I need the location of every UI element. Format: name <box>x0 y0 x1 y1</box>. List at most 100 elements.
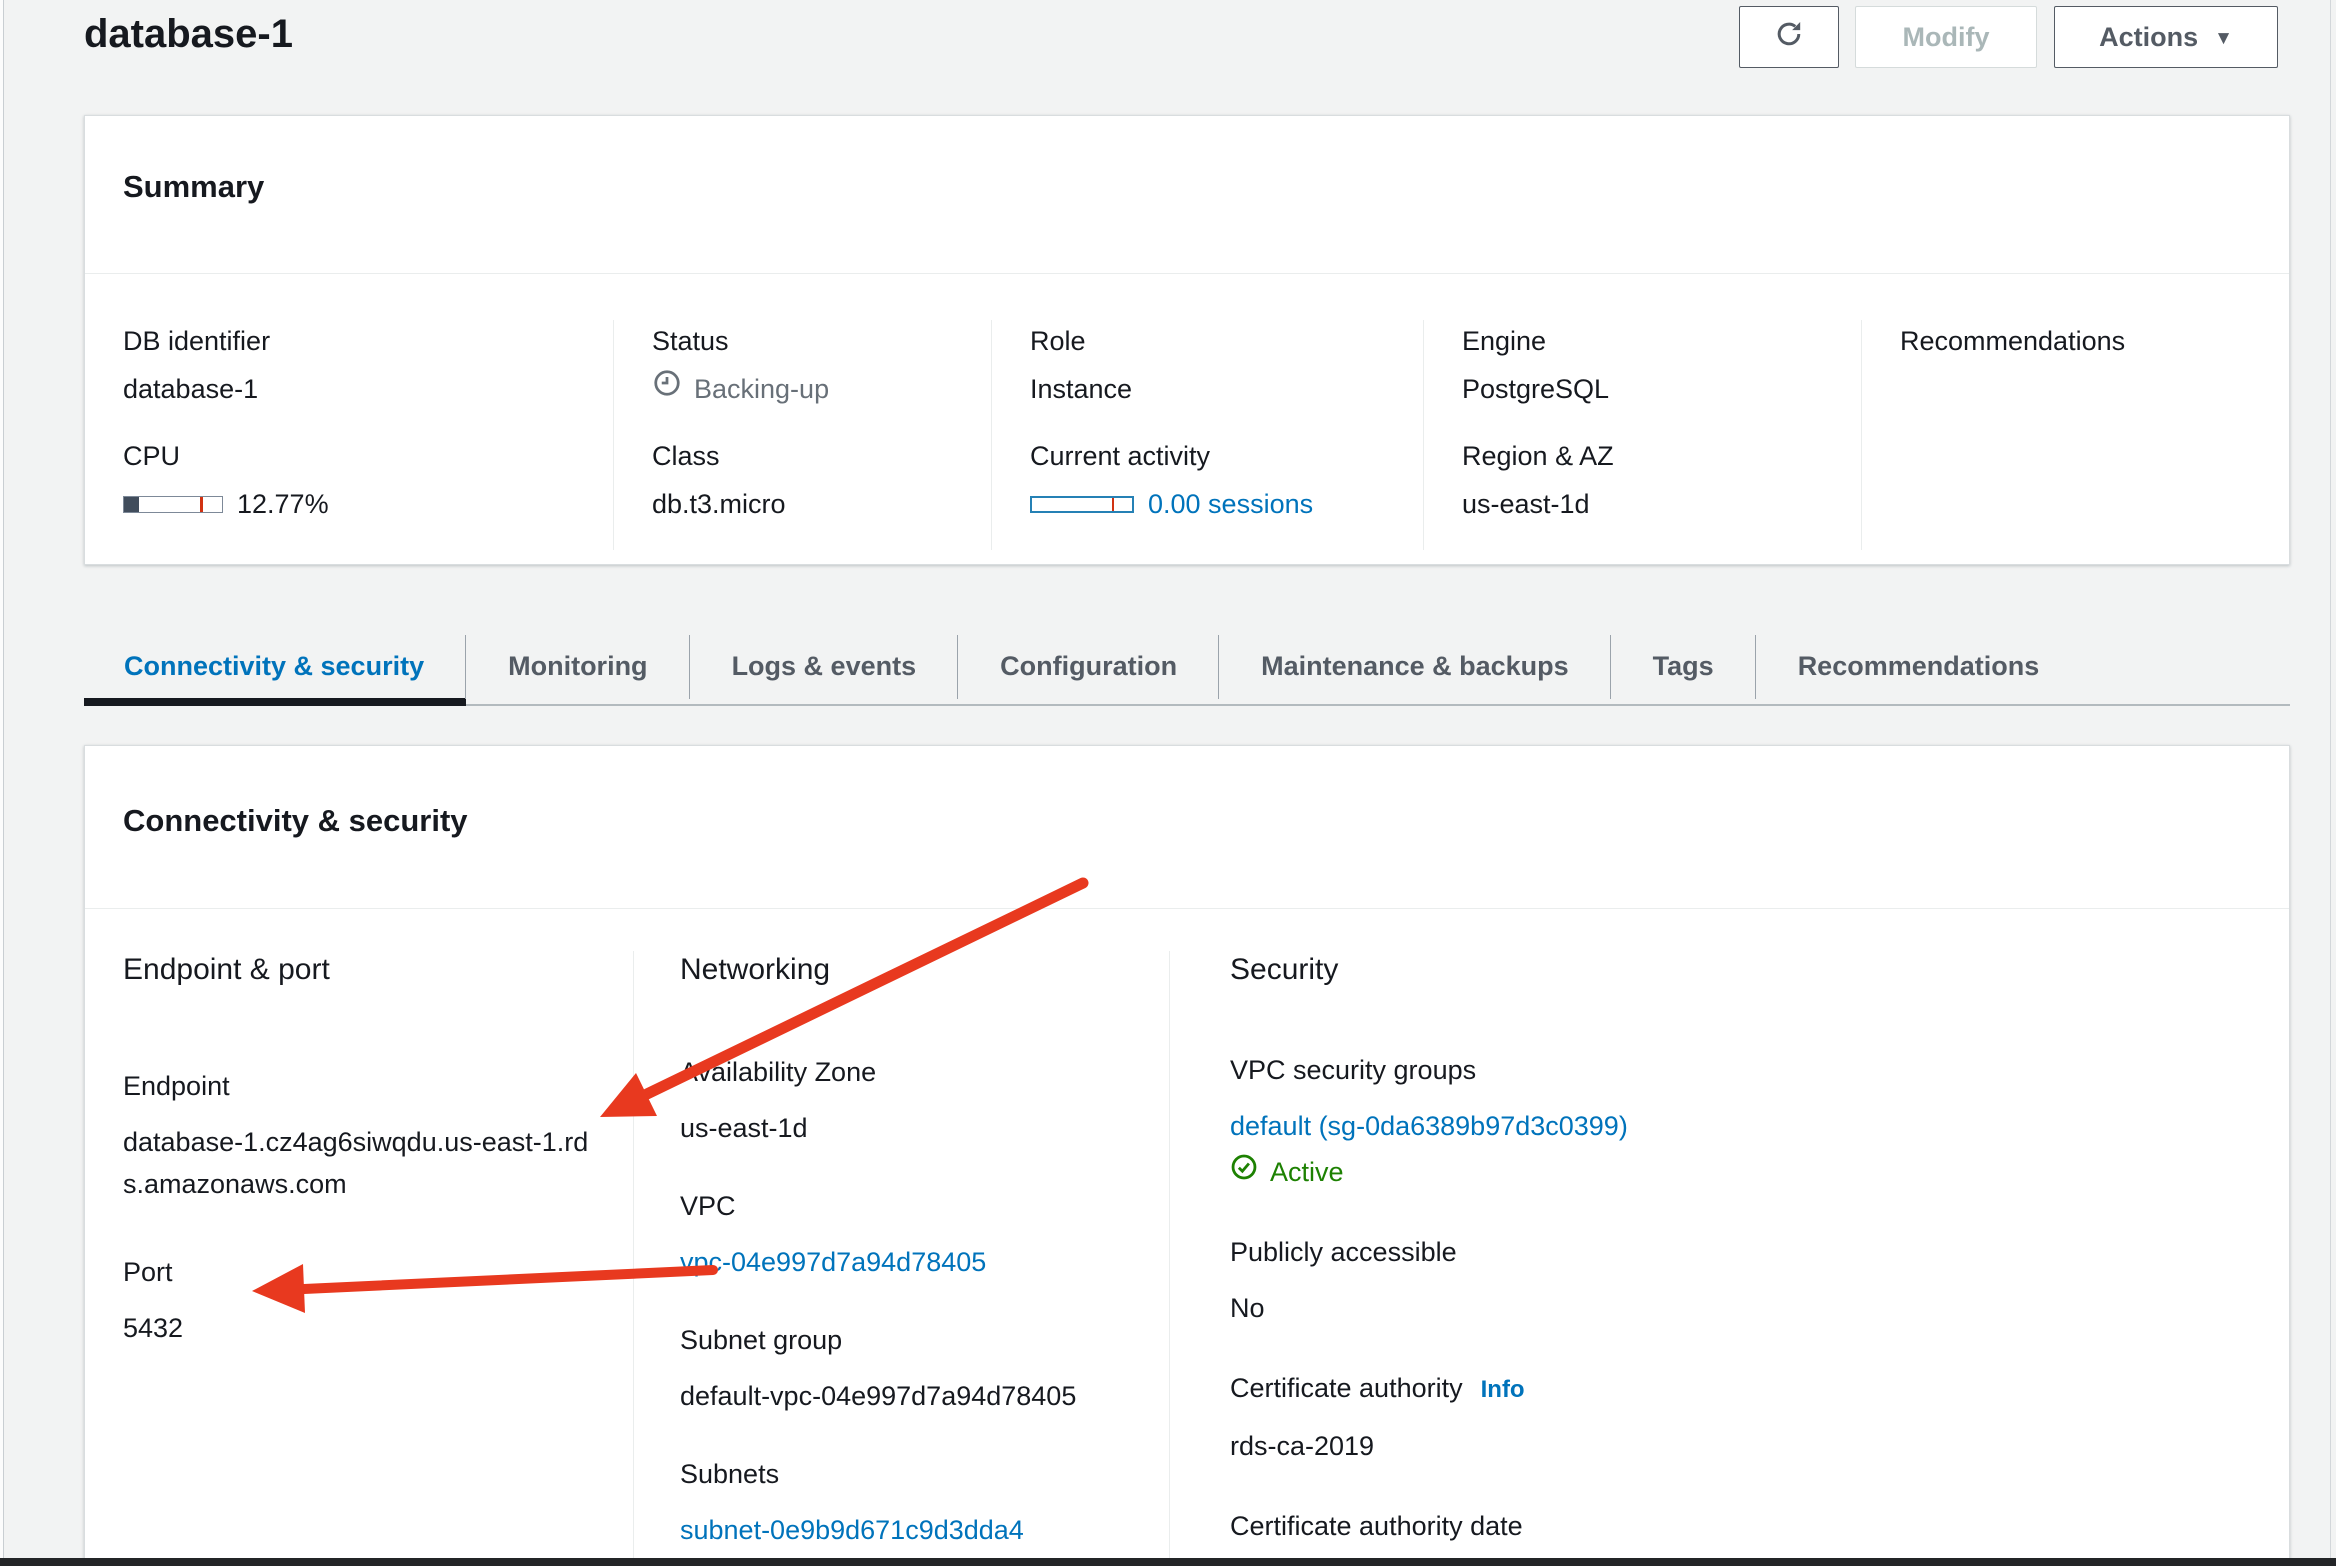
db-identifier-label: DB identifier <box>123 320 583 362</box>
summary-panel: Summary DB identifier database-1 CPU 12.… <box>84 115 2290 565</box>
tab-configuration[interactable]: Configuration <box>958 628 1219 704</box>
status-value: Backing-up <box>694 368 829 410</box>
role-value: Instance <box>1030 368 1393 410</box>
summary-col-status: Status Backing-up Class db.t3.micro <box>613 320 991 550</box>
vpc-security-groups-field: VPC security groups default (sg-0da6389b… <box>1230 1049 2249 1193</box>
networking-column: Networking Availability Zone us-east-1d … <box>633 951 1169 1566</box>
cpu-field: CPU 12.77% <box>123 435 583 525</box>
modify-button[interactable]: Modify <box>1855 6 2037 68</box>
certificate-authority-date-label: Certificate authority date <box>1230 1505 2249 1547</box>
window-bottom-edge <box>0 1558 2336 1566</box>
tab-connectivity-security[interactable]: Connectivity & security <box>84 628 466 704</box>
activity-value[interactable]: 0.00 sessions <box>1148 483 1313 525</box>
cpu-meter-row: 12.77% <box>123 483 583 525</box>
subnets-field: Subnets subnet-0e9b9d671c9d3dda4 subnet-… <box>680 1453 1129 1566</box>
tab-maintenance-backups[interactable]: Maintenance & backups <box>1219 628 1611 704</box>
certificate-authority-date-field: Certificate authority date August 22, 20… <box>1230 1505 2249 1566</box>
page-title: database-1 <box>84 12 293 57</box>
subnet-group-field: Subnet group default-vpc-04e997d7a94d784… <box>680 1319 1129 1417</box>
endpoint-value: database-1.cz4ag6siwqdu.us-east-1.rds.am… <box>123 1121 593 1205</box>
rds-instance-details-page: database-1 Modify Actions ▼ Summary DB i… <box>0 0 2336 1566</box>
cpu-meter-bar <box>123 496 223 513</box>
status-value-row: Backing-up <box>652 368 961 410</box>
certificate-authority-info-link[interactable]: Info <box>1481 1369 1525 1411</box>
detail-tabs: Connectivity & security Monitoring Logs … <box>84 628 2290 706</box>
port-label: Port <box>123 1251 593 1293</box>
region-az-label: Region & AZ <box>1462 435 1831 477</box>
tab-recommendations[interactable]: Recommendations <box>1756 628 2082 704</box>
connectivity-panel-header: Connectivity & security <box>85 746 2289 909</box>
actions-button[interactable]: Actions ▼ <box>2054 6 2278 68</box>
chevron-down-icon: ▼ <box>2214 29 2233 48</box>
vpc-label: VPC <box>680 1185 1129 1227</box>
availability-zone-field: Availability Zone us-east-1d <box>680 1051 1129 1149</box>
certificate-authority-label: Certificate authority <box>1230 1367 1463 1409</box>
db-identifier-value: database-1 <box>123 368 583 410</box>
availability-zone-value: us-east-1d <box>680 1107 1129 1149</box>
db-identifier-field: DB identifier database-1 <box>123 320 583 410</box>
certificate-authority-label-row: Certificate authority Info <box>1230 1367 2249 1411</box>
endpoint-label: Endpoint <box>123 1065 593 1107</box>
recommendations-field: Recommendations <box>1900 320 2259 362</box>
class-field: Class db.t3.micro <box>652 435 961 525</box>
connectivity-grid: Endpoint & port Endpoint database-1.cz4a… <box>85 909 2289 1566</box>
subnets-label: Subnets <box>680 1453 1129 1495</box>
networking-heading: Networking <box>680 951 1129 989</box>
region-az-field: Region & AZ us-east-1d <box>1462 435 1831 525</box>
cpu-value: 12.77% <box>237 483 329 525</box>
recommendations-label: Recommendations <box>1900 320 2259 362</box>
availability-zone-label: Availability Zone <box>680 1051 1129 1093</box>
engine-field: Engine PostgreSQL <box>1462 320 1831 410</box>
engine-label: Engine <box>1462 320 1831 362</box>
activity-meter-bar <box>1030 496 1134 513</box>
summary-panel-header: Summary <box>85 116 2289 274</box>
subnet-link-1[interactable]: subnet-0e9b9d671c9d3dda4 <box>680 1509 1129 1551</box>
endpoint-port-heading: Endpoint & port <box>123 951 593 989</box>
summary-grid: DB identifier database-1 CPU 12.77% Stat… <box>85 274 2289 590</box>
tab-monitoring[interactable]: Monitoring <box>466 628 689 704</box>
connectivity-security-panel: Connectivity & security Endpoint & port … <box>84 745 2290 1566</box>
page-right-border <box>2330 0 2331 1566</box>
summary-col-role: Role Instance Current activity 0.00 sess… <box>991 320 1423 550</box>
security-column: Security VPC security groups default (sg… <box>1169 951 2289 1566</box>
endpoint-field: Endpoint database-1.cz4ag6siwqdu.us-east… <box>123 1065 593 1205</box>
role-label: Role <box>1030 320 1393 362</box>
publicly-accessible-label: Publicly accessible <box>1230 1231 2249 1273</box>
security-heading: Security <box>1230 951 2249 989</box>
summary-col-identifier: DB identifier database-1 CPU 12.77% <box>85 320 613 550</box>
current-activity-row: 0.00 sessions <box>1030 483 1393 525</box>
endpoint-port-column: Endpoint & port Endpoint database-1.cz4a… <box>85 951 633 1566</box>
refresh-button[interactable] <box>1739 6 1839 68</box>
connectivity-title: Connectivity & security <box>123 802 2251 839</box>
summary-col-engine: Engine PostgreSQL Region & AZ us-east-1d <box>1423 320 1861 550</box>
security-group-status: Active <box>1270 1151 1344 1193</box>
page-left-border <box>3 0 4 1566</box>
role-field: Role Instance <box>1030 320 1393 410</box>
vpc-link[interactable]: vpc-04e997d7a94d78405 <box>680 1241 986 1283</box>
publicly-accessible-value: No <box>1230 1287 2249 1329</box>
tab-logs-events[interactable]: Logs & events <box>690 628 959 704</box>
class-label: Class <box>652 435 961 477</box>
summary-col-recommendations: Recommendations <box>1861 320 2289 550</box>
refresh-icon <box>1774 19 1804 56</box>
security-group-status-row: Active <box>1230 1151 2249 1193</box>
status-field: Status Backing-up <box>652 320 961 410</box>
engine-value: PostgreSQL <box>1462 368 1831 410</box>
publicly-accessible-field: Publicly accessible No <box>1230 1231 2249 1329</box>
class-value: db.t3.micro <box>652 483 961 525</box>
subnet-group-value: default-vpc-04e997d7a94d78405 <box>680 1375 1129 1417</box>
subnet-group-label: Subnet group <box>680 1319 1129 1361</box>
vpc-field: VPC vpc-04e997d7a94d78405 <box>680 1185 1129 1283</box>
cpu-label: CPU <box>123 435 583 477</box>
actions-button-label: Actions <box>2099 22 2198 53</box>
current-activity-field: Current activity 0.00 sessions <box>1030 435 1393 525</box>
current-activity-label: Current activity <box>1030 435 1393 477</box>
summary-title: Summary <box>123 168 2251 205</box>
status-label: Status <box>652 320 961 362</box>
region-az-value: us-east-1d <box>1462 483 1831 525</box>
clock-icon <box>652 368 682 410</box>
tab-tags[interactable]: Tags <box>1611 628 1756 704</box>
security-group-link[interactable]: default (sg-0da6389b97d3c0399) <box>1230 1105 1628 1147</box>
port-field: Port 5432 <box>123 1251 593 1349</box>
certificate-authority-value: rds-ca-2019 <box>1230 1425 2249 1467</box>
